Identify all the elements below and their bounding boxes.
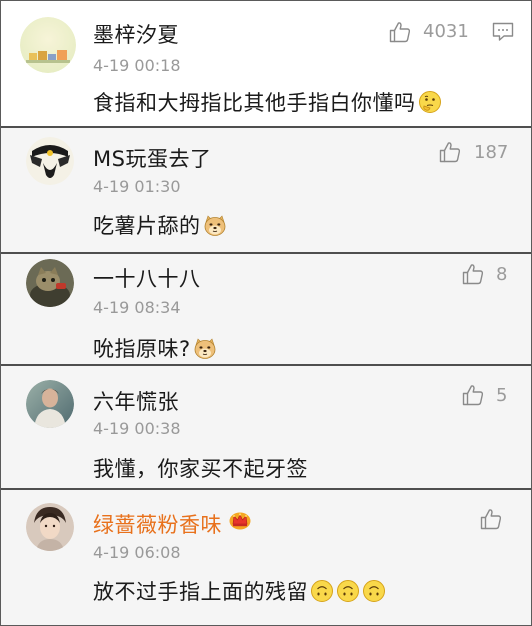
like-thumb-icon[interactable] bbox=[438, 140, 462, 164]
avatar[interactable] bbox=[20, 17, 76, 73]
doge-emoji bbox=[204, 215, 225, 236]
doge-emoji bbox=[194, 338, 216, 359]
username[interactable]: 六年慌张 bbox=[93, 386, 179, 416]
like-thumb-icon[interactable] bbox=[479, 507, 503, 531]
like-thumb-icon[interactable] bbox=[461, 262, 485, 286]
like-count: 8 bbox=[496, 264, 508, 285]
like-thumb-icon[interactable] bbox=[388, 20, 412, 44]
like-thumb-icon[interactable] bbox=[461, 383, 485, 407]
comment-time: 4-19 08:34 bbox=[93, 298, 181, 317]
comment-time: 4-19 00:18 bbox=[93, 56, 181, 75]
comment-time: 4-19 01:30 bbox=[93, 177, 181, 196]
upside-down-face-emoji bbox=[337, 580, 359, 602]
crown-badge-icon[interactable] bbox=[229, 510, 251, 530]
like-count: 187 bbox=[474, 142, 509, 163]
comment-reply-item bbox=[1, 254, 531, 364]
username-vip[interactable]: 绿蔷薇粉香味 bbox=[93, 509, 222, 539]
reply-comment-icon[interactable] bbox=[492, 22, 514, 42]
avatar[interactable] bbox=[26, 503, 74, 551]
comment-time: 4-19 00:38 bbox=[93, 419, 181, 438]
comment-time: 4-19 06:08 bbox=[93, 543, 181, 562]
comment-text: 吃薯片舔的 bbox=[93, 210, 227, 240]
username[interactable]: MS玩蛋去了 bbox=[93, 143, 211, 173]
avatar[interactable] bbox=[26, 380, 74, 428]
comment-text: 食指和大拇指比其他手指白你懂吗 bbox=[93, 87, 442, 117]
like-count: 4031 bbox=[423, 21, 469, 42]
username[interactable]: 墨梓汐夏 bbox=[93, 19, 179, 49]
comment-text-content: 吮指原味? bbox=[93, 337, 191, 361]
comment-text: 我懂，你家买不起牙签 bbox=[93, 453, 308, 483]
comment-text-content: 我懂，你家买不起牙签 bbox=[93, 457, 308, 481]
comment-text: 放不过手指上面的残留 bbox=[93, 576, 386, 606]
avatar[interactable] bbox=[26, 137, 74, 185]
username[interactable]: 一十八十八 bbox=[93, 263, 201, 293]
comment-text-content: 吃薯片舔的 bbox=[93, 214, 201, 238]
avatar[interactable] bbox=[26, 259, 74, 307]
upside-down-face-emoji bbox=[311, 580, 333, 602]
comment-text-content: 食指和大拇指比其他手指白你懂吗 bbox=[93, 91, 416, 115]
thinking-face-emoji bbox=[418, 91, 441, 113]
comment-text: 吮指原味? bbox=[93, 333, 217, 363]
comment-text-content: 放不过手指上面的残留 bbox=[93, 580, 308, 604]
like-count: 5 bbox=[496, 385, 508, 406]
upside-down-face-emoji bbox=[363, 580, 385, 602]
